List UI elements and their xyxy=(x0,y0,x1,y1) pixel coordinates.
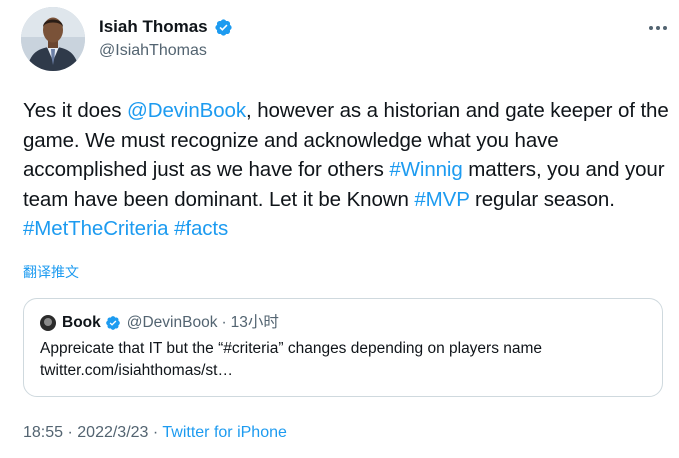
mention-link[interactable]: @DevinBook xyxy=(127,99,246,122)
avatar-image xyxy=(21,7,85,71)
tweet-time[interactable]: 18:55 xyxy=(23,424,63,441)
hashtag-link[interactable]: #Winnig xyxy=(389,158,462,181)
hashtag-link[interactable]: #MVP xyxy=(414,188,469,211)
tweet-source-link[interactable]: Twitter for iPhone xyxy=(162,424,287,441)
tweet-text-segment: Yes it does xyxy=(23,99,128,122)
quoted-tweet-header: Book @DevinBook · 13小时 xyxy=(40,313,279,333)
quoted-timestamp: 13小时 xyxy=(230,314,279,331)
tweet-card: Isiah Thomas @IsiahThomas Yes it does @D… xyxy=(0,0,679,458)
verified-badge-icon xyxy=(214,18,233,37)
quoted-link-line: twitter.com/isiahthomas/st… xyxy=(40,362,233,379)
quoted-author-name[interactable]: Book xyxy=(62,313,101,333)
more-dot xyxy=(663,26,667,30)
hashtag-link[interactable]: #facts xyxy=(174,217,228,240)
more-options-icon[interactable] xyxy=(645,20,671,36)
author-name[interactable]: Isiah Thomas xyxy=(99,17,208,37)
tweet-date[interactable]: 2022/3/23 xyxy=(77,424,148,441)
hashtag-link[interactable]: #MetTheCriteria xyxy=(23,217,169,240)
quoted-text-line: Appreicate that IT but the “#criteria” c… xyxy=(40,340,543,357)
meta-separator: · xyxy=(63,424,78,441)
more-dot xyxy=(649,26,653,30)
tweet-text-segment: regular season. xyxy=(469,187,615,211)
quoted-tweet[interactable]: Book @DevinBook · 13小时 Appreicate that I… xyxy=(23,298,663,397)
author-handle[interactable]: @IsiahThomas xyxy=(99,41,207,61)
quoted-separator: · xyxy=(221,314,227,331)
author-name-row: Isiah Thomas xyxy=(99,17,233,37)
quoted-author-handle: @DevinBook xyxy=(126,314,218,331)
translate-tweet-link[interactable]: 翻译推文 xyxy=(23,263,79,281)
quoted-tweet-text: Appreicate that IT but the “#criteria” c… xyxy=(40,338,650,382)
quoted-author-avatar[interactable] xyxy=(40,315,56,331)
tweet-meta: 18:55 · 2022/3/23 · Twitter for iPhone xyxy=(23,423,287,443)
verified-badge-icon xyxy=(105,315,121,331)
meta-separator: · xyxy=(148,424,163,441)
author-avatar[interactable] xyxy=(21,7,85,71)
more-dot xyxy=(656,26,660,30)
tweet-text: Yes it does @DevinBook, however as a his… xyxy=(23,96,673,244)
